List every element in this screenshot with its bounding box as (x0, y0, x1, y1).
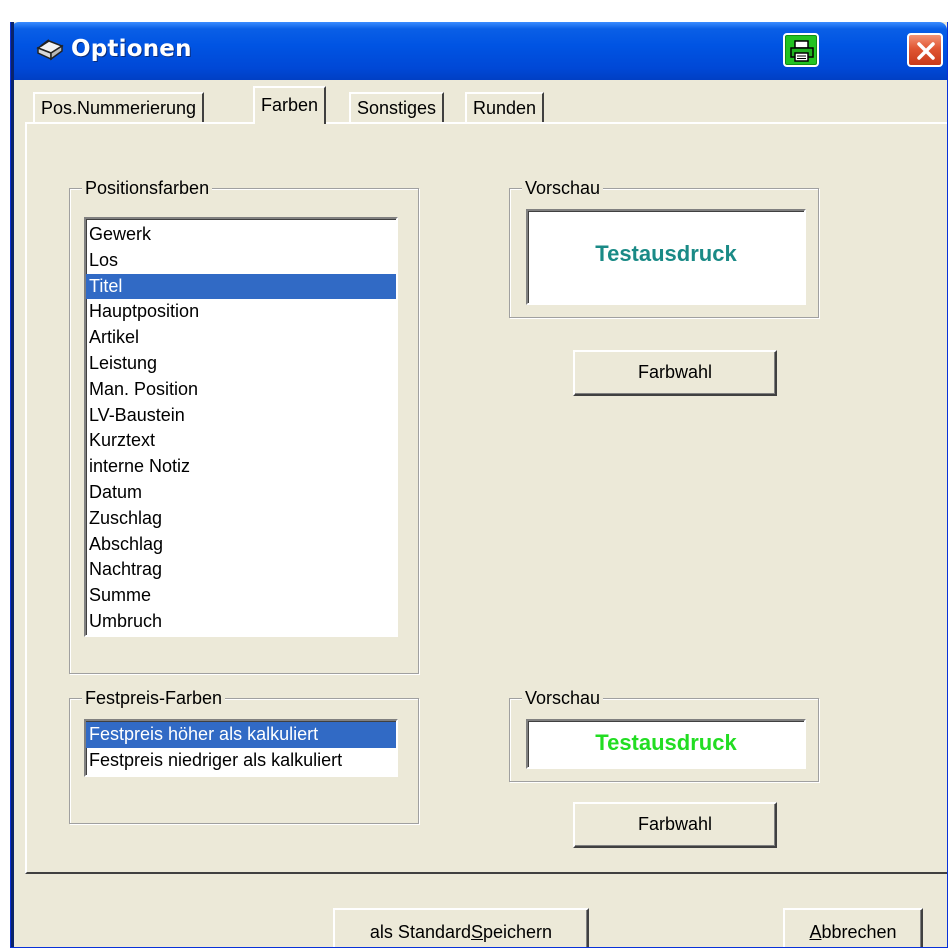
positionsfarben-listbox[interactable]: Gewerk Los Titel Hauptposition Artikel Leistu… (84, 217, 398, 637)
positionsfarben-item[interactable]: Man. Position (86, 377, 396, 403)
tab-pos-nummerierung[interactable]: Pos.Nummerierung (33, 92, 205, 122)
positionsfarben-item[interactable]: Gewerk (86, 222, 396, 248)
farbwahl-button-top-label: Farbwahl (637, 362, 713, 382)
farbwahl-button-bottom[interactable]: Farbwahl (573, 802, 777, 848)
tab-runden[interactable]: Runden (465, 92, 545, 122)
positionsfarben-item[interactable]: Umbruch (86, 609, 396, 635)
festpreis-label: Festpreis-Farben (82, 687, 226, 709)
positionsfarben-item[interactable]: Kurztext (86, 428, 396, 454)
farbwahl-button-bottom-label: Farbwahl (637, 814, 713, 834)
positionsfarben-item[interactable]: Titel (86, 273, 396, 300)
positionsfarben-label: Positionsfarben (82, 177, 213, 199)
vorschau-label-top: Vorschau (522, 177, 604, 199)
positionsfarben-item[interactable]: Leistung (86, 351, 396, 377)
positionsfarben-item[interactable]: LV-Baustein (86, 403, 396, 429)
preview-box-bottom: Testausdruck (526, 719, 806, 769)
vorschau-label-bottom: Vorschau (522, 687, 604, 709)
festpreis-listbox[interactable]: Festpreis höher als kalkuliert Festpreis … (84, 719, 398, 777)
positionsfarben-item[interactable]: Nachtrag (86, 557, 396, 583)
save-as-standard-label: als Standard Speichern (369, 922, 553, 942)
festpreis-item[interactable]: Festpreis höher als kalkuliert (86, 722, 396, 748)
positionsfarben-item[interactable]: Abschlag (86, 532, 396, 558)
preview-box-top: Testausdruck (526, 209, 806, 305)
options-dialog: Optionen Pos.Nummerierung Farben Sonstig… (10, 22, 948, 948)
festpreis-item[interactable]: Festpreis niedriger als kalkuliert (86, 748, 396, 774)
positionsfarben-item[interactable]: Summe (86, 583, 396, 609)
positionsfarben-item[interactable]: Datum (86, 480, 396, 506)
farbwahl-button-top[interactable]: Farbwahl (573, 350, 777, 396)
printer-icon[interactable] (783, 33, 819, 67)
positionsfarben-item[interactable]: Los (86, 248, 396, 274)
positionsfarben-item[interactable]: interne Notiz (86, 454, 396, 480)
title-bar[interactable]: Optionen (11, 22, 947, 80)
vorschau-group-top: Vorschau Testausdruck (509, 177, 819, 318)
festpreis-group: Festpreis-Farben Festpreis höher als kal… (69, 687, 419, 824)
cancel-button[interactable]: Abbrechen (783, 908, 923, 947)
positionsfarben-group: Positionsfarben Gewerk Los Titel Hauptposit… (69, 177, 419, 674)
positionsfarben-item[interactable]: Artikel (86, 325, 396, 351)
tab-sonstiges[interactable]: Sonstiges (349, 92, 445, 122)
farben-panel: Positionsfarben Gewerk Los Titel Hauptposit… (25, 122, 947, 874)
positionsfarben-item[interactable]: Zuschlag (86, 506, 396, 532)
cancel-label: Abbrechen (809, 922, 897, 942)
tab-farben[interactable]: Farben (253, 86, 327, 124)
app-icon (35, 36, 65, 64)
positionsfarben-item[interactable]: Hauptposition (86, 299, 396, 325)
vorschau-group-bottom: Vorschau Testausdruck (509, 687, 819, 782)
save-as-standard-button[interactable]: als Standard Speichern (333, 908, 589, 947)
close-icon[interactable] (907, 33, 943, 67)
window-title: Optionen (71, 36, 192, 62)
